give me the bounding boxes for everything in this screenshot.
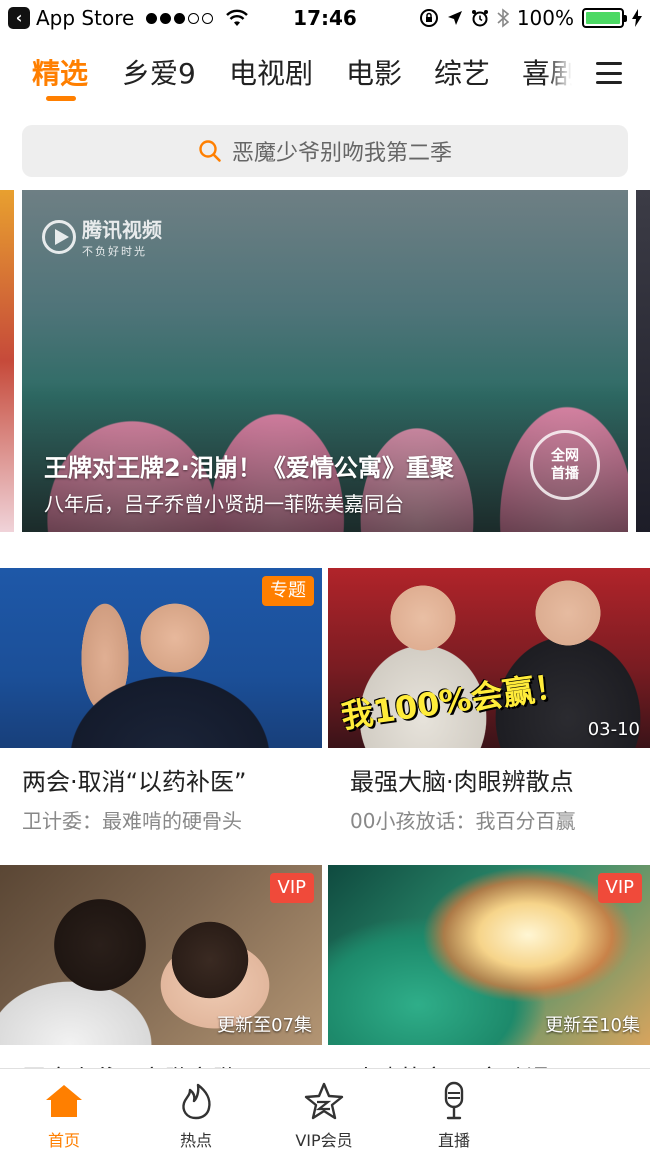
video-title[interactable]: 最强大脑·肉眼辨散点 [350, 762, 650, 797]
tabs-fade [546, 36, 572, 108]
thumbnail-overlay-text: 我100%会赢！ [338, 666, 569, 736]
microphone-icon [434, 1081, 474, 1121]
location-arrow-icon [447, 11, 462, 25]
back-arrow-icon[interactable]: ‹ [8, 7, 30, 29]
topic-badge: 专题 [262, 576, 314, 606]
banner-title: 王牌对王牌2·泪崩！《爱情公寓》重聚 [44, 454, 454, 482]
vip-star-icon [304, 1081, 344, 1121]
search-bar[interactable]: 恶魔少爷别吻我第二季 [22, 125, 628, 177]
video-card[interactable]: VIP 更新至07集 恶魔少爷2·玄陛玄陛 [0, 865, 322, 1094]
play-logo-icon [42, 219, 76, 254]
video-thumbnail[interactable]: 专题 [0, 568, 322, 748]
menu-icon[interactable] [596, 62, 622, 84]
search-icon [199, 140, 221, 162]
bottom-tab-bar: 首页 热点 VIP会员 直播 [0, 1068, 650, 1156]
video-card[interactable]: 专题 两会·取消“以药补医” 卫计委：最难啃的硬骨头 [0, 568, 322, 834]
tab-variety[interactable]: 综艺 [434, 54, 490, 94]
video-subtitle: 00小孩放话：我百分百赢 [350, 809, 576, 833]
tabbar-hot[interactable]: 热点 [146, 1081, 246, 1151]
status-right: 100% [419, 4, 642, 32]
vip-badge: VIP [597, 873, 642, 903]
tabbar-label: 热点 [179, 1131, 212, 1150]
video-date: 03-10 [587, 719, 640, 740]
tabbar-label: VIP会员 [295, 1131, 353, 1150]
tabbar-live[interactable]: 直播 [404, 1081, 504, 1151]
orientation-lock-icon [419, 9, 438, 27]
tab-featured[interactable]: 精选 [32, 54, 88, 94]
bluetooth-icon [497, 8, 509, 28]
badge-line-1: 全网 [551, 448, 579, 464]
video-thumbnail[interactable]: VIP 更新至07集 [0, 865, 322, 1045]
tabbar-label: 直播 [437, 1131, 470, 1150]
battery-percent: 100% [516, 6, 574, 30]
battery-icon [582, 8, 627, 28]
wifi-icon [226, 9, 249, 26]
episode-update: 更新至10集 [545, 1015, 640, 1036]
badge-line-2: 首播 [551, 466, 579, 482]
back-app-label[interactable]: App Store [36, 6, 134, 30]
logo-text: 腾讯视频 [82, 218, 162, 242]
video-thumbnail[interactable]: 我100%会赢！ 03-10 [328, 568, 650, 748]
cellular-signal-icon [146, 12, 214, 24]
tabbar-vip[interactable]: VIP会员 [274, 1081, 374, 1151]
episode-update: 更新至07集 [217, 1015, 312, 1036]
video-thumbnail[interactable]: VIP 更新至10集 [328, 865, 650, 1045]
premiere-badge: 全网 首播 [530, 430, 600, 500]
banner-prev-peek[interactable] [0, 190, 14, 532]
banner-subtitle: 八年后，吕子乔曾小贤胡一菲陈美嘉同台 [44, 492, 404, 516]
tabbar-label: 首页 [47, 1131, 80, 1150]
banner-next-peek[interactable] [636, 190, 650, 532]
vip-badge: VIP [269, 873, 314, 903]
tabbar-home[interactable]: 首页 [14, 1081, 114, 1151]
tab-movies[interactable]: 电影 [346, 54, 402, 94]
featured-banner[interactable]: 腾讯视频 不负好时光 全网 首播 王牌对王牌2·泪崩！《爱情公寓》重聚 八年后，… [22, 190, 628, 532]
home-icon [44, 1081, 84, 1121]
video-title[interactable]: 两会·取消“以药补医” [22, 762, 322, 797]
video-card[interactable]: VIP 更新至10集 斗破苍穹·原文动漫 [328, 865, 650, 1094]
video-subtitle: 卫计委：最难啃的硬骨头 [22, 809, 242, 833]
active-tab-indicator [46, 96, 76, 101]
charging-bolt-icon [632, 9, 642, 27]
video-card[interactable]: 我100%会赢！ 03-10 最强大脑·肉眼辨散点 00小孩放话：我百分百赢 [328, 568, 650, 834]
status-left[interactable]: ‹ App Store [8, 4, 249, 32]
tab-xiangai9[interactable]: 乡爱9 [122, 54, 196, 94]
status-bar: ‹ App Store 17:46 100% [0, 0, 650, 36]
flame-icon [176, 1081, 216, 1121]
logo-slogan: 不负好时光 [82, 245, 147, 258]
search-placeholder: 恶魔少爷别吻我第二季 [231, 141, 452, 166]
tencent-video-logo: 腾讯视频 不负好时光 [42, 214, 162, 259]
tab-tv-series[interactable]: 电视剧 [229, 54, 313, 94]
alarm-icon [471, 10, 488, 27]
